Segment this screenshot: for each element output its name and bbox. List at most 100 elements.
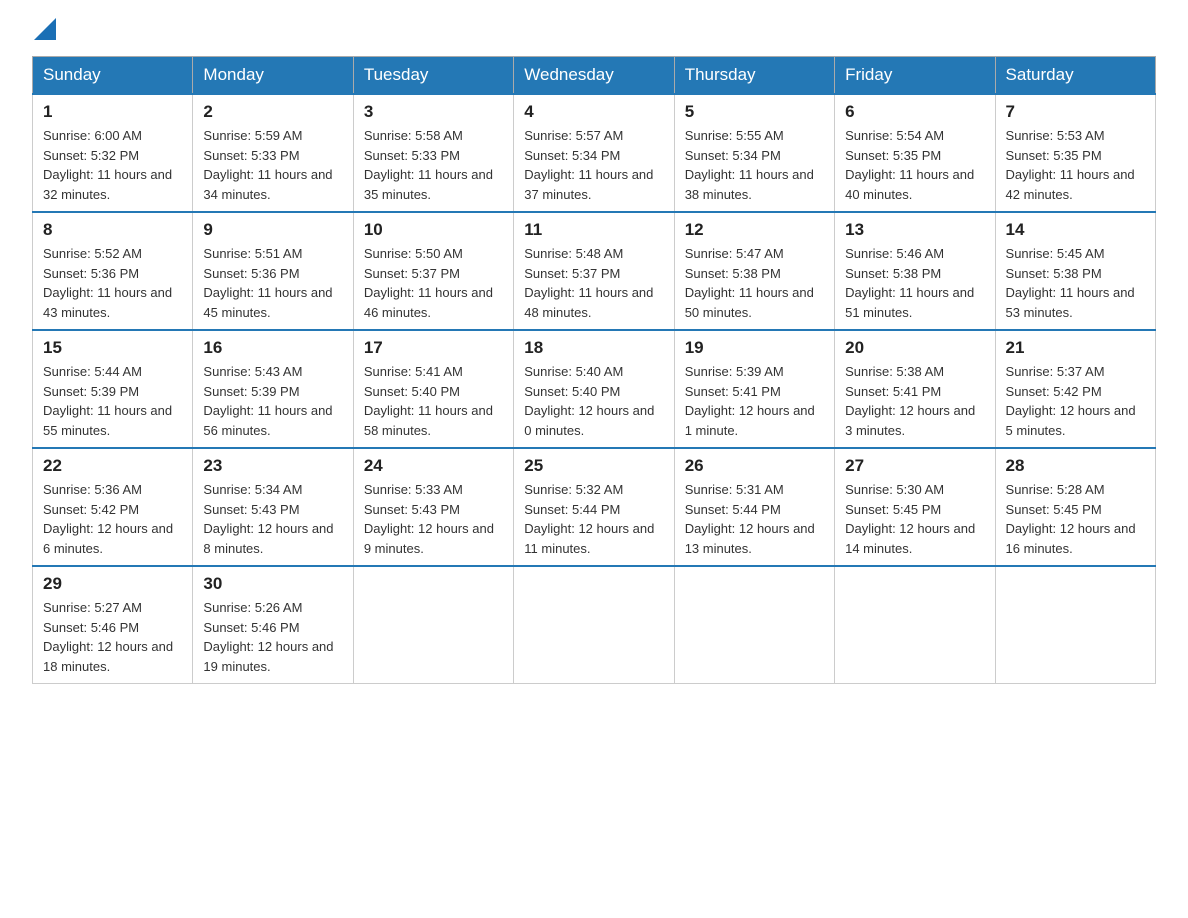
day-number: 11 bbox=[524, 220, 663, 240]
calendar-cell: 17 Sunrise: 5:41 AM Sunset: 5:40 PM Dayl… bbox=[353, 330, 513, 448]
sunset-label: Sunset: bbox=[524, 502, 572, 517]
sunrise-time: 5:44 AM bbox=[94, 364, 142, 379]
sunrise-label: Sunrise: bbox=[524, 128, 575, 143]
daylight-label: Daylight: 12 hours and 3 minutes. bbox=[845, 403, 975, 438]
sunrise-time: 5:39 AM bbox=[736, 364, 784, 379]
sunrise-time: 5:36 AM bbox=[94, 482, 142, 497]
calendar-cell: 11 Sunrise: 5:48 AM Sunset: 5:37 PM Dayl… bbox=[514, 212, 674, 330]
sunset-label: Sunset: bbox=[845, 502, 893, 517]
sunrise-label: Sunrise: bbox=[203, 482, 254, 497]
day-number: 10 bbox=[364, 220, 503, 240]
sunset-label: Sunset: bbox=[43, 148, 91, 163]
day-info: Sunrise: 5:36 AM Sunset: 5:42 PM Dayligh… bbox=[43, 480, 182, 558]
sunrise-label: Sunrise: bbox=[845, 482, 896, 497]
sunset-time: 5:32 PM bbox=[91, 148, 139, 163]
day-info: Sunrise: 5:53 AM Sunset: 5:35 PM Dayligh… bbox=[1006, 126, 1145, 204]
sunset-label: Sunset: bbox=[685, 148, 733, 163]
day-info: Sunrise: 5:50 AM Sunset: 5:37 PM Dayligh… bbox=[364, 244, 503, 322]
col-sunday: Sunday bbox=[33, 57, 193, 95]
day-info: Sunrise: 5:43 AM Sunset: 5:39 PM Dayligh… bbox=[203, 362, 342, 440]
day-number: 5 bbox=[685, 102, 824, 122]
day-info: Sunrise: 5:37 AM Sunset: 5:42 PM Dayligh… bbox=[1006, 362, 1145, 440]
daylight-label: Daylight: 12 hours and 0 minutes. bbox=[524, 403, 654, 438]
day-info: Sunrise: 6:00 AM Sunset: 5:32 PM Dayligh… bbox=[43, 126, 182, 204]
daylight-label: Daylight: 11 hours and 42 minutes. bbox=[1006, 167, 1135, 202]
day-info: Sunrise: 5:40 AM Sunset: 5:40 PM Dayligh… bbox=[524, 362, 663, 440]
calendar-cell: 5 Sunrise: 5:55 AM Sunset: 5:34 PM Dayli… bbox=[674, 94, 834, 212]
sunset-label: Sunset: bbox=[203, 384, 251, 399]
sunrise-label: Sunrise: bbox=[685, 128, 736, 143]
col-tuesday: Tuesday bbox=[353, 57, 513, 95]
day-number: 18 bbox=[524, 338, 663, 358]
daylight-label: Daylight: 12 hours and 5 minutes. bbox=[1006, 403, 1136, 438]
day-info: Sunrise: 5:26 AM Sunset: 5:46 PM Dayligh… bbox=[203, 598, 342, 676]
sunrise-label: Sunrise: bbox=[43, 128, 94, 143]
sunset-time: 5:45 PM bbox=[1053, 502, 1101, 517]
sunset-time: 5:42 PM bbox=[1053, 384, 1101, 399]
calendar-cell: 4 Sunrise: 5:57 AM Sunset: 5:34 PM Dayli… bbox=[514, 94, 674, 212]
col-thursday: Thursday bbox=[674, 57, 834, 95]
sunset-time: 5:37 PM bbox=[572, 266, 620, 281]
sunrise-label: Sunrise: bbox=[364, 128, 415, 143]
day-info: Sunrise: 5:31 AM Sunset: 5:44 PM Dayligh… bbox=[685, 480, 824, 558]
calendar-cell: 13 Sunrise: 5:46 AM Sunset: 5:38 PM Dayl… bbox=[835, 212, 995, 330]
calendar-cell bbox=[995, 566, 1155, 684]
sunset-label: Sunset: bbox=[364, 384, 412, 399]
sunset-time: 5:39 PM bbox=[251, 384, 299, 399]
day-info: Sunrise: 5:27 AM Sunset: 5:46 PM Dayligh… bbox=[43, 598, 182, 676]
daylight-label: Daylight: 12 hours and 16 minutes. bbox=[1006, 521, 1136, 556]
calendar-week-row-1: 1 Sunrise: 6:00 AM Sunset: 5:32 PM Dayli… bbox=[33, 94, 1156, 212]
sunset-time: 5:45 PM bbox=[893, 502, 941, 517]
calendar-cell: 19 Sunrise: 5:39 AM Sunset: 5:41 PM Dayl… bbox=[674, 330, 834, 448]
day-number: 23 bbox=[203, 456, 342, 476]
sunrise-label: Sunrise: bbox=[43, 600, 94, 615]
sunrise-time: 5:33 AM bbox=[415, 482, 463, 497]
day-number: 29 bbox=[43, 574, 182, 594]
sunrise-time: 5:28 AM bbox=[1057, 482, 1105, 497]
sunset-time: 5:46 PM bbox=[251, 620, 299, 635]
sunset-time: 5:39 PM bbox=[91, 384, 139, 399]
day-number: 22 bbox=[43, 456, 182, 476]
day-number: 12 bbox=[685, 220, 824, 240]
sunrise-label: Sunrise: bbox=[685, 482, 736, 497]
sunrise-time: 5:40 AM bbox=[576, 364, 624, 379]
sunrise-time: 5:37 AM bbox=[1057, 364, 1105, 379]
sunset-label: Sunset: bbox=[203, 148, 251, 163]
sunset-time: 5:38 PM bbox=[893, 266, 941, 281]
day-number: 1 bbox=[43, 102, 182, 122]
sunset-label: Sunset: bbox=[685, 266, 733, 281]
daylight-label: Daylight: 11 hours and 37 minutes. bbox=[524, 167, 653, 202]
sunset-label: Sunset: bbox=[43, 502, 91, 517]
day-number: 4 bbox=[524, 102, 663, 122]
daylight-label: Daylight: 11 hours and 56 minutes. bbox=[203, 403, 332, 438]
day-number: 8 bbox=[43, 220, 182, 240]
calendar-week-row-2: 8 Sunrise: 5:52 AM Sunset: 5:36 PM Dayli… bbox=[33, 212, 1156, 330]
daylight-label: Daylight: 11 hours and 45 minutes. bbox=[203, 285, 332, 320]
sunrise-label: Sunrise: bbox=[685, 364, 736, 379]
calendar-header-row: Sunday Monday Tuesday Wednesday Thursday… bbox=[33, 57, 1156, 95]
sunset-label: Sunset: bbox=[43, 620, 91, 635]
sunrise-label: Sunrise: bbox=[1006, 128, 1057, 143]
daylight-label: Daylight: 12 hours and 9 minutes. bbox=[364, 521, 494, 556]
sunrise-label: Sunrise: bbox=[524, 246, 575, 261]
sunset-time: 5:44 PM bbox=[572, 502, 620, 517]
sunrise-time: 5:32 AM bbox=[576, 482, 624, 497]
sunrise-time: 5:30 AM bbox=[896, 482, 944, 497]
sunrise-time: 5:55 AM bbox=[736, 128, 784, 143]
sunset-label: Sunset: bbox=[524, 384, 572, 399]
page-header bbox=[32, 24, 1156, 40]
sunrise-label: Sunrise: bbox=[1006, 246, 1057, 261]
calendar-cell: 27 Sunrise: 5:30 AM Sunset: 5:45 PM Dayl… bbox=[835, 448, 995, 566]
day-number: 7 bbox=[1006, 102, 1145, 122]
sunset-time: 5:36 PM bbox=[91, 266, 139, 281]
day-number: 14 bbox=[1006, 220, 1145, 240]
day-number: 20 bbox=[845, 338, 984, 358]
sunrise-label: Sunrise: bbox=[364, 364, 415, 379]
day-info: Sunrise: 5:59 AM Sunset: 5:33 PM Dayligh… bbox=[203, 126, 342, 204]
daylight-label: Daylight: 11 hours and 48 minutes. bbox=[524, 285, 653, 320]
sunrise-time: 5:41 AM bbox=[415, 364, 463, 379]
sunset-label: Sunset: bbox=[203, 266, 251, 281]
day-number: 3 bbox=[364, 102, 503, 122]
day-number: 6 bbox=[845, 102, 984, 122]
calendar-cell bbox=[514, 566, 674, 684]
